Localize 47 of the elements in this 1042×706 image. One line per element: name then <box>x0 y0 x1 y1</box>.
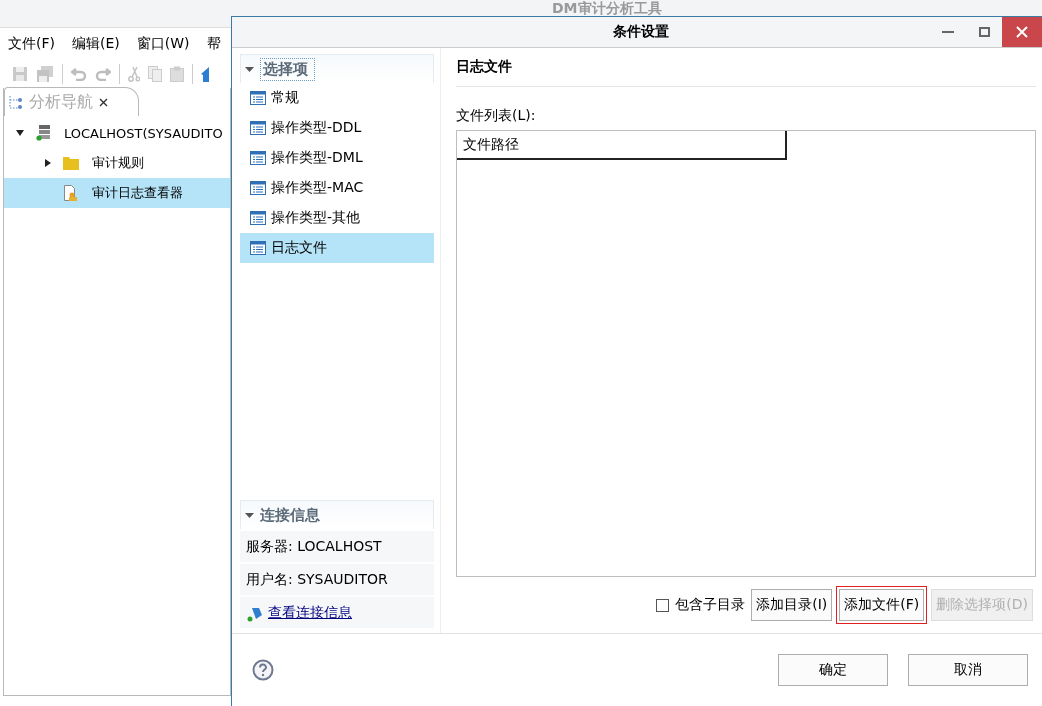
menu-item[interactable]: 编辑(E) <box>72 35 120 53</box>
menu-item[interactable]: 窗口(W) <box>136 35 190 53</box>
section-title: 连接信息 <box>260 505 320 525</box>
option-item[interactable]: 操作类型-MAC <box>240 173 434 203</box>
list-icon <box>250 91 266 105</box>
expanded-arrow-icon[interactable] <box>245 64 254 74</box>
file-list-label: 文件列表(L): <box>456 107 536 123</box>
expanded-arrow-icon[interactable] <box>16 129 24 137</box>
option-item[interactable]: 日志文件 <box>240 233 434 263</box>
column-header[interactable]: 文件路径 <box>457 131 787 160</box>
list-icon <box>250 121 266 135</box>
option-item[interactable]: 操作类型-DML <box>240 143 434 173</box>
page-title: 日志文件 <box>456 58 512 76</box>
checkbox-label[interactable]: 包含子目录 <box>675 596 746 614</box>
list-icon <box>250 181 266 195</box>
app-title: DM审计分析工具 <box>552 0 662 16</box>
server-info: 服务器: LOCALHOST <box>246 537 382 556</box>
tree-item[interactable]: LOCALHOST(SYSAUDITO <box>4 118 230 148</box>
help-icon[interactable] <box>252 659 274 681</box>
nav-tab-label: 分析导航 <box>29 91 93 113</box>
expanded-arrow-icon[interactable] <box>245 510 254 520</box>
dialog-title: 条件设置 <box>612 23 670 41</box>
collapsed-arrow-icon[interactable] <box>44 159 52 167</box>
file-table[interactable]: 文件路径 <box>456 130 1036 577</box>
list-icon <box>250 151 266 165</box>
navigator-icon <box>9 95 23 109</box>
tree-item[interactable]: 审计日志查看器 <box>4 178 230 208</box>
server-icon <box>36 125 50 141</box>
option-item[interactable]: 操作类型-其他 <box>240 203 434 233</box>
close-icon[interactable] <box>99 97 108 107</box>
option-item[interactable]: 常规 <box>240 83 434 113</box>
user-info: 用户名: SYSAUDITOR <box>246 570 388 589</box>
tree-item[interactable]: 审计规则 <box>4 148 230 178</box>
list-icon <box>250 211 266 225</box>
menu-item[interactable]: 文件(F) <box>8 35 55 53</box>
action-button[interactable]: 添加文件(F) <box>839 589 925 621</box>
folder-icon <box>63 156 79 170</box>
menu-item[interactable]: 帮 <box>206 35 221 53</box>
log-viewer-icon <box>64 185 78 201</box>
dialog-button[interactable]: 取消 <box>908 654 1028 686</box>
section-title: 选择项 <box>260 57 315 81</box>
list-icon <box>250 241 266 255</box>
option-item[interactable]: 操作类型-DDL <box>240 113 434 143</box>
maximize-icon[interactable] <box>978 27 990 37</box>
checkbox[interactable] <box>656 598 670 612</box>
action-button[interactable]: 添加目录(I) <box>751 589 833 621</box>
dialog-button[interactable]: 确定 <box>778 654 888 686</box>
